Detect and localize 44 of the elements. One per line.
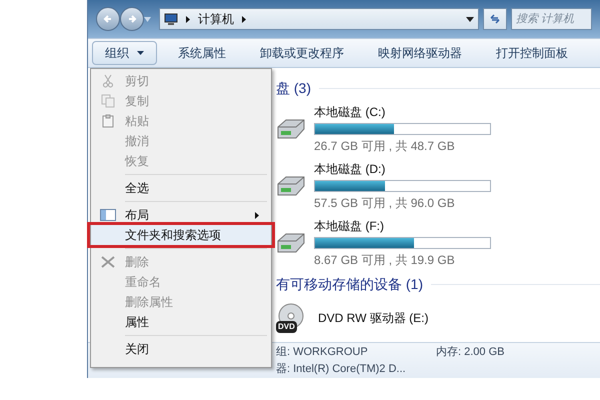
menu-item[interactable]: 属性 <box>91 312 271 332</box>
toolbar-button[interactable]: 卸载或更改程序 <box>247 41 357 65</box>
detail-text: 器: Intel(R) Core(TM)2 D... <box>276 362 407 376</box>
detail-text: 内存: 2.00 GB <box>436 345 504 360</box>
computer-icon <box>164 13 178 25</box>
submenu-arrow-icon <box>255 212 259 218</box>
drive-name[interactable]: 本地磁盘 (D:) <box>314 160 491 178</box>
detail-text: 组: WORKGROUP <box>276 345 369 360</box>
refresh-button[interactable] <box>483 8 507 30</box>
hard-drive-icon[interactable] <box>276 118 306 140</box>
copy-icon <box>101 94 115 108</box>
group-heading[interactable]: 盘 (3) <box>276 78 311 99</box>
toolbar-button[interactable]: 映射网络驱动器 <box>365 41 475 65</box>
scissors-icon <box>103 74 113 88</box>
forward-arrow-icon <box>127 14 137 24</box>
hard-drive-icon[interactable] <box>276 175 306 197</box>
address-bar[interactable]: 计算机 <box>159 8 479 30</box>
delete-x-icon <box>101 256 115 268</box>
dropdown-caret-icon[interactable] <box>466 16 474 22</box>
menu-item[interactable]: 布局 <box>91 205 271 225</box>
back-button[interactable] <box>96 7 120 31</box>
group-heading[interactable]: 有可移动存储的设备 (1) <box>276 274 423 295</box>
free-space-text: 26.7 GB 可用 , 共 48.7 GB <box>314 138 456 155</box>
breadcrumb-arrow-icon[interactable] <box>186 16 190 22</box>
drive-name[interactable]: 本地磁盘 (C:) <box>314 103 491 121</box>
toolbar-button[interactable]: 组织 <box>92 41 157 65</box>
layout-icon <box>100 209 116 221</box>
drive-name[interactable]: DVD RW 驱动器 (E:) <box>318 309 428 327</box>
back-arrow-icon <box>103 14 113 24</box>
drive-name[interactable]: 本地磁盘 (F:) <box>314 217 491 235</box>
dvd-badge: DVD <box>276 321 297 333</box>
dropdown-caret-icon <box>137 51 144 55</box>
toolbar-button[interactable]: 打开控制面板 <box>483 41 581 65</box>
menu-item[interactable]: 全选 <box>91 178 271 198</box>
breadcrumb-item[interactable]: 计算机 <box>198 10 234 28</box>
clipboard-icon <box>102 114 114 128</box>
free-space-text: 8.67 GB 可用 , 共 19.9 GB <box>314 252 456 269</box>
free-space-text: 57.5 GB 可用 , 共 96.0 GB <box>314 195 456 212</box>
refresh-icon <box>489 13 501 25</box>
forward-button[interactable] <box>120 7 144 31</box>
menu-item[interactable]: 关闭 <box>91 339 271 359</box>
hard-drive-icon[interactable] <box>276 232 306 254</box>
toolbar-button[interactable]: 系统属性 <box>165 41 239 65</box>
breadcrumb-arrow-icon[interactable] <box>242 16 246 22</box>
